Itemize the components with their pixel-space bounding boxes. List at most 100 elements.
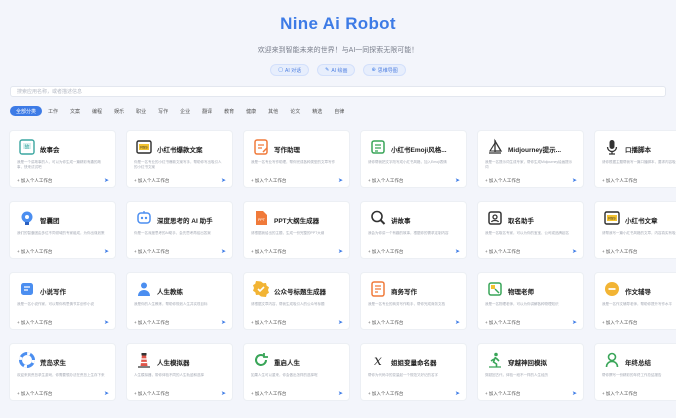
- add-to-workspace-button[interactable]: + 加入个人工作台: [485, 320, 520, 326]
- ai-draw-button[interactable]: ✎ AI 绘画: [317, 64, 356, 76]
- app-card[interactable]: RSS 小红书文章 请帮我写一篇小红书风格的文章，内容真实有吸引力 + 加入个人工作台…: [594, 201, 676, 259]
- category-tab[interactable]: 工作: [42, 106, 64, 116]
- app-card-desc: 你是一名深度思考的AI助手，会先思考再给出答案: [134, 231, 211, 235]
- send-icon[interactable]: ➤: [455, 319, 460, 326]
- app-card[interactable]: x 姐姐变量命名器 帮你为代码中的变量起一个规范又好记的名字 + 加入个人工作台 ➤: [360, 343, 467, 401]
- app-card-desc: 我是一名专业的商务写作助手，帮你完成商务文档: [368, 302, 445, 306]
- ai-chat-button[interactable]: ▢ AI 对话: [270, 64, 310, 76]
- app-card[interactable]: 故 故事会 我是一个讲故事的人，可以为你生成一篇精彩有趣的故事，快来试试吧 + 加入个…: [9, 130, 116, 188]
- category-tab[interactable]: 文案: [64, 106, 86, 116]
- add-to-workspace-button[interactable]: + 加入个人工作台: [368, 320, 403, 326]
- add-to-workspace-button[interactable]: + 加入个人工作台: [602, 249, 637, 255]
- add-to-workspace-button[interactable]: + 加入个人工作台: [368, 249, 403, 255]
- app-card[interactable]: 重启人生 如果人生可以重来，你会做出怎样的选择呢 + 加入个人工作台 ➤: [243, 343, 350, 401]
- category-tab[interactable]: 自律: [328, 106, 350, 116]
- send-icon[interactable]: ➤: [338, 248, 343, 255]
- category-tab[interactable]: 写作: [152, 106, 174, 116]
- add-to-workspace-button[interactable]: + 加入个人工作台: [17, 391, 52, 397]
- add-to-workspace-button[interactable]: + 加入个人工作台: [602, 178, 637, 184]
- app-card[interactable]: 穿越神回模拟 穿越回古代，体验一段不一样的人生经历 + 加入个人工作台 ➤: [477, 343, 584, 401]
- add-to-workspace-button[interactable]: + 加入个人工作台: [134, 391, 169, 397]
- app-card[interactable]: PPT PPT大纲生成器 请根据我给出的主题，生成一份完整的PPT大纲 + 加入个人工…: [243, 201, 350, 259]
- add-to-workspace-button[interactable]: + 加入个人工作台: [251, 320, 286, 326]
- category-tab[interactable]: 职业: [130, 106, 152, 116]
- add-to-workspace-button[interactable]: + 加入个人工作台: [17, 320, 52, 326]
- walker-icon: [485, 350, 505, 370]
- send-icon[interactable]: ➤: [455, 248, 460, 255]
- send-icon[interactable]: ➤: [572, 319, 577, 326]
- send-icon[interactable]: ➤: [104, 177, 109, 184]
- category-tab[interactable]: 教育: [218, 106, 240, 116]
- add-to-workspace-button[interactable]: + 加入个人工作台: [17, 178, 52, 184]
- mindmap-button[interactable]: ⊕ 思维导图: [363, 64, 406, 76]
- app-card[interactable]: 物理老师 我是一名物理老师，可以为你讲解各种物理知识 + 加入个人工作台 ➤: [477, 272, 584, 330]
- app-card[interactable]: Midjourney提示... 我是一名提示词生成专家，帮你生成Midjourne…: [477, 130, 584, 188]
- send-icon[interactable]: ➤: [455, 390, 460, 397]
- add-to-workspace-button[interactable]: + 加入个人工作台: [485, 391, 520, 397]
- send-icon[interactable]: ➤: [338, 319, 343, 326]
- category-tab[interactable]: 精选: [306, 106, 328, 116]
- add-to-workspace-button[interactable]: + 加入个人工作台: [134, 249, 169, 255]
- category-tab[interactable]: 健康: [240, 106, 262, 116]
- add-to-workspace-button[interactable]: + 加入个人工作台: [134, 320, 169, 326]
- send-icon[interactable]: ➤: [572, 390, 577, 397]
- app-card[interactable]: 写作助理 我是一名专业写作助理，帮你完成各种类型的文章写作 + 加入个人工作台 ➤: [243, 130, 350, 188]
- category-tab[interactable]: 娱乐: [108, 106, 130, 116]
- category-tab[interactable]: 论文: [284, 106, 306, 116]
- app-card[interactable]: 智囊团 我们的智囊团由多位不同领域的专家组成，为你出谋划策 + 加入个人工作台 ➤: [9, 201, 116, 259]
- name-card-icon: [485, 208, 505, 228]
- category-tab[interactable]: 其他: [262, 106, 284, 116]
- app-card[interactable]: 公众号标题生成器 请根据文章内容，帮我生成吸引人的公众号标题 + 加入个人工作台 ➤: [243, 272, 350, 330]
- send-icon[interactable]: ➤: [338, 177, 343, 184]
- add-to-workspace-button[interactable]: + 加入个人工作台: [17, 249, 52, 255]
- app-card-title: 商务写作: [391, 289, 417, 296]
- app-card[interactable]: 取名助手 我是一名取名专家，可以为你的宝宝、公司或品牌起名 + 加入个人工作台 ➤: [477, 201, 584, 259]
- business-writing-icon: [368, 279, 388, 299]
- variable-icon: x: [368, 350, 388, 370]
- send-icon[interactable]: ➤: [104, 390, 109, 397]
- send-icon[interactable]: ➤: [221, 390, 226, 397]
- category-tab[interactable]: 全部分类: [10, 106, 43, 116]
- send-icon[interactable]: ➤: [338, 390, 343, 397]
- send-icon[interactable]: ➤: [572, 248, 577, 255]
- app-card[interactable]: 作文辅导我是一名作文辅导老师，帮助你提升写作水平+ 加入个人工作台➤: [594, 272, 676, 330]
- app-card-title: 穿越神回模拟: [508, 360, 547, 367]
- add-to-workspace-button[interactable]: + 加入个人工作台: [602, 320, 637, 326]
- app-card[interactable]: 口播脚本请你根据主题帮我写一篇口播脚本，要求内容吸引人+ 加入个人工作台➤: [594, 130, 676, 188]
- send-icon[interactable]: ➤: [221, 248, 226, 255]
- add-to-workspace-button[interactable]: + 加入个人工作台: [602, 391, 637, 397]
- add-to-workspace-button[interactable]: + 加入个人工作台: [251, 178, 286, 184]
- add-to-workspace-button[interactable]: + 加入个人工作台: [251, 249, 286, 255]
- category-tab[interactable]: 编程: [86, 106, 108, 116]
- add-to-workspace-button[interactable]: + 加入个人工作台: [251, 391, 286, 397]
- app-card[interactable]: 小红书Emoji风格... 请你帮我把文字改写成小红书风格，加入Emoji表情 + …: [360, 130, 467, 188]
- app-card[interactable]: 讲故事 我会为你讲一个有趣的故事，根据你的需求定制内容 + 加入个人工作台 ➤: [360, 201, 467, 259]
- app-card[interactable]: 商务写作我是一名专业的商务写作助手，帮你完成商务文档 + 加入个人工作台 ➤: [360, 272, 467, 330]
- search-input[interactable]: 搜索应用名称，或者描述信息: [10, 86, 666, 97]
- app-card[interactable]: 人生教练 我是你的人生教练，帮助你规划人生并实现目标 + 加入个人工作台 ➤: [126, 272, 233, 330]
- app-card[interactable]: 荒岛求生 欢迎来到荒岛求生游戏，你需要想办法在荒岛上生存下来 + 加入个人工作台 ➤: [9, 343, 116, 401]
- app-card[interactable]: 年终总结帮你撰写一份精彩的年终工作总结报告+ 加入个人工作台➤: [594, 343, 676, 401]
- send-icon[interactable]: ➤: [221, 319, 226, 326]
- app-card[interactable]: 人生模拟器 人生模拟器，带你体验不同的人生轨迹和选择 + 加入个人工作台 ➤: [126, 343, 233, 401]
- send-icon[interactable]: ➤: [104, 248, 109, 255]
- app-card-title: 故事会: [40, 147, 60, 154]
- app-card[interactable]: 深度思考的 AI 助手 你是一名深度思考的AI助手，会先思考再给出答案 + 加入个人…: [126, 201, 233, 259]
- add-to-workspace-button[interactable]: + 加入个人工作台: [368, 178, 403, 184]
- app-card-title: 小红书爆款文案: [157, 147, 203, 154]
- add-to-workspace-button[interactable]: + 加入个人工作台: [134, 178, 169, 184]
- app-card[interactable]: 小说写作 我是一名小说作家，可以帮你构思情节并创作小说 + 加入个人工作台 ➤: [9, 272, 116, 330]
- app-card[interactable]: RSS 小红书爆款文案 你是一名专业的小红书爆款文案写手，帮助你写出吸引人的小红书文…: [126, 130, 233, 188]
- send-icon[interactable]: ➤: [104, 319, 109, 326]
- send-icon[interactable]: ➤: [572, 177, 577, 184]
- coach-icon: [134, 279, 154, 299]
- add-to-workspace-button[interactable]: + 加入个人工作台: [485, 178, 520, 184]
- send-icon[interactable]: ➤: [455, 177, 460, 184]
- add-to-workspace-button[interactable]: + 加入个人工作台: [485, 249, 520, 255]
- category-tab[interactable]: 翻译: [196, 106, 218, 116]
- category-tab[interactable]: 企业: [174, 106, 196, 116]
- add-to-workspace-button[interactable]: + 加入个人工作台: [368, 391, 403, 397]
- app-card-title: 讲故事: [391, 218, 411, 225]
- send-icon[interactable]: ➤: [221, 177, 226, 184]
- lighthouse-icon: [134, 350, 154, 370]
